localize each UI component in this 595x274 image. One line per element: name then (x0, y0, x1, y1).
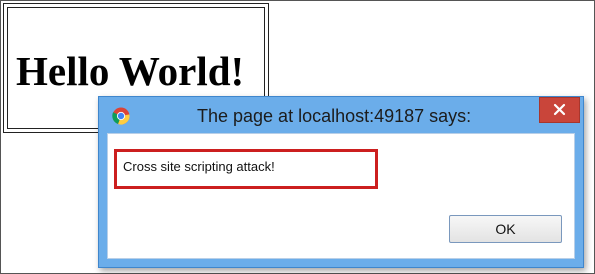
dialog-titlebar[interactable]: The page at localhost:49187 says: (99, 97, 583, 133)
page-heading: Hello World! (16, 48, 245, 94)
chrome-icon (112, 107, 130, 125)
ok-button[interactable]: OK (449, 215, 562, 243)
dialog-content: Cross site scripting attack! OK (107, 133, 575, 259)
close-icon (553, 103, 566, 116)
dialog-message: Cross site scripting attack! (123, 159, 275, 174)
dialog-title: The page at localhost:49187 says: (197, 106, 472, 126)
close-button[interactable] (539, 97, 580, 123)
alert-dialog: The page at localhost:49187 says: Cross … (98, 96, 584, 268)
page-frame: Hello World! The page at localhost:49187… (0, 0, 595, 274)
